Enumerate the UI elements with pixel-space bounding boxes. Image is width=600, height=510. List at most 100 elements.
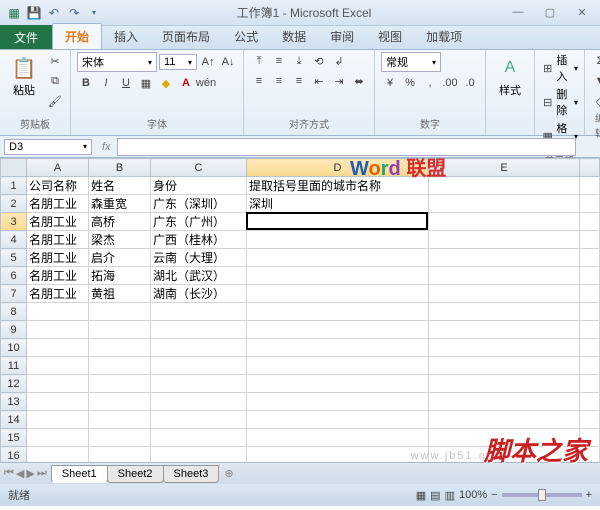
cell-E10[interactable] <box>429 339 580 357</box>
cell-D10[interactable] <box>247 339 429 357</box>
save-icon[interactable]: 💾 <box>26 5 42 21</box>
formula-bar[interactable] <box>117 138 576 156</box>
col-header-E[interactable]: E <box>429 159 580 177</box>
cell-A13[interactable] <box>27 393 89 411</box>
cell-A3[interactable]: 名朋工业 <box>27 213 89 231</box>
sheet-nav-next-icon[interactable]: ▶ <box>26 467 34 480</box>
cell-A15[interactable] <box>27 429 89 447</box>
cell-D14[interactable] <box>247 411 429 429</box>
align-right-icon[interactable]: ≡ <box>290 72 308 90</box>
spreadsheet-grid[interactable]: ABCDE1公司名称姓名身份提取括号里面的城市名称2名朋工业森重宽广东（深圳）深… <box>0 158 600 462</box>
cut-icon[interactable]: ✂ <box>46 52 64 70</box>
cell-A2[interactable]: 名朋工业 <box>27 195 89 213</box>
cell-E13[interactable] <box>429 393 580 411</box>
cell-D12[interactable] <box>247 375 429 393</box>
cell-D7[interactable] <box>247 285 429 303</box>
cell-B15[interactable] <box>89 429 151 447</box>
cell-D3[interactable] <box>247 213 429 231</box>
name-box[interactable]: D3▾ <box>4 139 92 155</box>
cell-D15[interactable] <box>247 429 429 447</box>
percent-icon[interactable]: % <box>401 74 419 92</box>
italic-icon[interactable]: I <box>97 74 115 92</box>
styles-button[interactable]: A 样式 <box>492 52 528 100</box>
cell-B4[interactable]: 梁杰 <box>89 231 151 249</box>
cell-B10[interactable] <box>89 339 151 357</box>
cell-D16[interactable] <box>247 447 429 463</box>
view-pagebreak-icon[interactable]: ▥ <box>445 489 455 502</box>
redo-icon[interactable]: ↷ <box>66 5 82 21</box>
sheet-tab-Sheet3[interactable]: Sheet3 <box>163 465 220 483</box>
sheet-tab-Sheet2[interactable]: Sheet2 <box>107 465 164 483</box>
cell-C1[interactable]: 身份 <box>151 177 247 195</box>
row-header-13[interactable]: 13 <box>1 393 27 411</box>
orientation-icon[interactable]: ⟲ <box>310 52 328 70</box>
cell-A4[interactable]: 名朋工业 <box>27 231 89 249</box>
tab-insert[interactable]: 插入 <box>102 24 150 49</box>
cell-A14[interactable] <box>27 411 89 429</box>
cell-A8[interactable] <box>27 303 89 321</box>
cell-E3[interactable] <box>429 213 580 231</box>
select-all-corner[interactable] <box>1 159 27 177</box>
row-header-1[interactable]: 1 <box>1 177 27 195</box>
cell-E5[interactable] <box>429 249 580 267</box>
row-header-12[interactable]: 12 <box>1 375 27 393</box>
sheet-nav-prev-icon[interactable]: ◀ <box>16 467 24 480</box>
tab-formulas[interactable]: 公式 <box>222 24 270 49</box>
cell-B13[interactable] <box>89 393 151 411</box>
row-header-7[interactable]: 7 <box>1 285 27 303</box>
cell-D2[interactable]: 深圳 <box>247 195 429 213</box>
row-header-6[interactable]: 6 <box>1 267 27 285</box>
cell-C4[interactable]: 广西（桂林） <box>151 231 247 249</box>
cell-A1[interactable]: 公司名称 <box>27 177 89 195</box>
cell-C7[interactable]: 湖南（长沙） <box>151 285 247 303</box>
cell-D5[interactable] <box>247 249 429 267</box>
col-header-D[interactable]: D <box>247 159 429 177</box>
cell-D9[interactable] <box>247 321 429 339</box>
cell-C9[interactable] <box>151 321 247 339</box>
row-header-11[interactable]: 11 <box>1 357 27 375</box>
cell-C13[interactable] <box>151 393 247 411</box>
delete-cell-icon[interactable]: ⊟ <box>541 93 554 111</box>
format-painter-icon[interactable]: 🖌 <box>46 92 64 110</box>
row-header-15[interactable]: 15 <box>1 429 27 447</box>
number-format-select[interactable]: 常规▾ <box>381 52 441 72</box>
cell-B5[interactable]: 启介 <box>89 249 151 267</box>
cell-C14[interactable] <box>151 411 247 429</box>
sheet-nav-last-icon[interactable]: ⏭ <box>37 467 47 480</box>
cell-E4[interactable] <box>429 231 580 249</box>
font-name-select[interactable]: 宋体▾ <box>77 52 157 72</box>
cell-C8[interactable] <box>151 303 247 321</box>
cell-E1[interactable] <box>429 177 580 195</box>
cell-B3[interactable]: 高桥 <box>89 213 151 231</box>
clear-icon[interactable]: ◇ <box>591 92 600 110</box>
tab-view[interactable]: 视图 <box>366 24 414 49</box>
cell-C3[interactable]: 广东（广州） <box>151 213 247 231</box>
cell-B11[interactable] <box>89 357 151 375</box>
align-middle-icon[interactable]: ≡ <box>270 52 288 70</box>
undo-icon[interactable]: ↶ <box>46 5 62 21</box>
currency-icon[interactable]: ¥ <box>381 74 399 92</box>
cell-B9[interactable] <box>89 321 151 339</box>
cell-B2[interactable]: 森重宽 <box>89 195 151 213</box>
cell-B6[interactable]: 拓海 <box>89 267 151 285</box>
fill-icon[interactable]: ▼ <box>591 72 600 90</box>
col-header-B[interactable]: B <box>89 159 151 177</box>
cell-C6[interactable]: 湖北（武汉） <box>151 267 247 285</box>
row-header-4[interactable]: 4 <box>1 231 27 249</box>
cell-A11[interactable] <box>27 357 89 375</box>
merge-icon[interactable]: ⬌ <box>350 72 368 90</box>
tab-file[interactable]: 文件 <box>0 25 52 49</box>
align-center-icon[interactable]: ≡ <box>270 72 288 90</box>
autosum-icon[interactable]: Σ <box>591 52 600 70</box>
cell-C10[interactable] <box>151 339 247 357</box>
sheet-nav-first-icon[interactable]: ⏮ <box>4 467 14 480</box>
decrease-font-icon[interactable]: A↓ <box>219 53 237 71</box>
cell-B14[interactable] <box>89 411 151 429</box>
cell-C5[interactable]: 云南（大理） <box>151 249 247 267</box>
new-sheet-icon[interactable]: ⊕ <box>218 467 239 480</box>
tab-home[interactable]: 开始 <box>52 23 102 49</box>
row-header-5[interactable]: 5 <box>1 249 27 267</box>
view-layout-icon[interactable]: ▤ <box>430 489 440 502</box>
dec-inc-icon[interactable]: .00 <box>441 74 459 92</box>
row-header-8[interactable]: 8 <box>1 303 27 321</box>
